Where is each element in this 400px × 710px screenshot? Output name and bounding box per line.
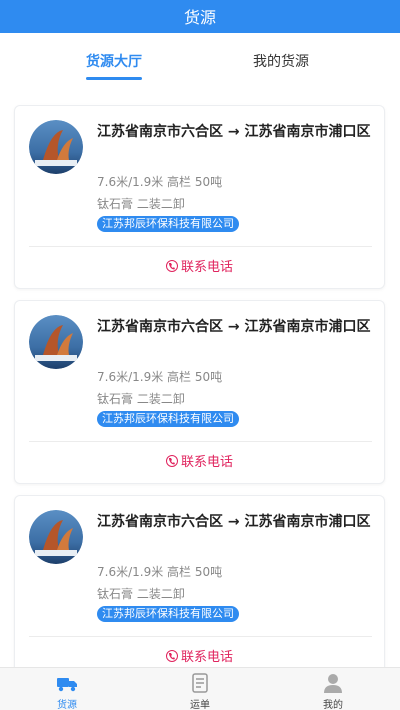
company-logo-avatar (29, 120, 83, 174)
nav-label-waybill: 运单 (190, 700, 210, 710)
nav-item-waybill[interactable]: 运单 (170, 672, 230, 710)
company-badge: 江苏邦辰环保科技有限公司 (97, 216, 239, 232)
cargo-info: 钛石膏 二装二卸 (97, 587, 185, 601)
contact-phone-button[interactable]: 联系电话 (15, 646, 384, 665)
phone-icon (165, 649, 178, 662)
phone-icon (165, 454, 178, 467)
contact-label: 联系电话 (180, 455, 233, 470)
route-text: 江苏省南京市六合区 → 江苏省南京市浦口区 (97, 124, 371, 140)
company-badge: 江苏邦辰环保科技有限公司 (97, 411, 239, 427)
company-badge: 江苏邦辰环保科技有限公司 (97, 606, 239, 622)
cargo-card[interactable]: 江苏省南京市六合区 → 江苏省南京市浦口区 7.6米/1.9米 高栏 50吨 钛… (14, 495, 385, 667)
cargo-info: 钛石膏 二装二卸 (97, 197, 185, 211)
contact-label: 联系电话 (180, 260, 233, 275)
truck-icon (57, 678, 77, 692)
contact-phone-button[interactable]: 联系电话 (15, 256, 384, 275)
cargo-card[interactable]: 江苏省南京市六合区 → 江苏省南京市浦口区 7.6米/1.9米 高栏 50吨 钛… (14, 105, 385, 289)
divider (29, 246, 372, 247)
tab-bar: 货源大厅 我的货源 (0, 33, 400, 87)
page-title: 货源 (183, 8, 216, 27)
contact-phone-button[interactable]: 联系电话 (15, 451, 384, 470)
vehicle-spec: 7.6米/1.9米 高栏 50吨 (97, 370, 223, 384)
bottom-navigation: 货源 运单 我的 (0, 667, 400, 710)
tab-cargo-hall[interactable]: 货源大厅 (86, 51, 142, 71)
cargo-info: 钛石膏 二装二卸 (97, 392, 185, 406)
nav-item-cargo[interactable]: 货源 (37, 672, 97, 710)
vehicle-spec: 7.6米/1.9米 高栏 50吨 (97, 175, 223, 189)
user-icon (324, 674, 342, 693)
divider (29, 636, 372, 637)
waybill-icon (192, 673, 208, 693)
cargo-card[interactable]: 江苏省南京市六合区 → 江苏省南京市浦口区 7.6米/1.9米 高栏 50吨 钛… (14, 300, 385, 484)
company-logo-avatar (29, 510, 83, 564)
tab-my-cargo[interactable]: 我的货源 (253, 51, 309, 71)
phone-icon (165, 259, 178, 272)
route-text: 江苏省南京市六合区 → 江苏省南京市浦口区 (97, 319, 371, 335)
app-header: 货源 (0, 0, 400, 33)
nav-label-cargo: 货源 (57, 700, 77, 710)
vehicle-spec: 7.6米/1.9米 高栏 50吨 (97, 565, 223, 579)
contact-label: 联系电话 (180, 650, 233, 665)
nav-label-mine: 我的 (323, 700, 343, 710)
divider (29, 441, 372, 442)
company-logo-avatar (29, 315, 83, 369)
cargo-list[interactable]: 江苏省南京市六合区 → 江苏省南京市浦口区 7.6米/1.9米 高栏 50吨 钛… (0, 87, 400, 667)
active-tab-indicator (86, 77, 142, 80)
route-text: 江苏省南京市六合区 → 江苏省南京市浦口区 (97, 514, 371, 530)
nav-item-mine[interactable]: 我的 (303, 672, 363, 710)
